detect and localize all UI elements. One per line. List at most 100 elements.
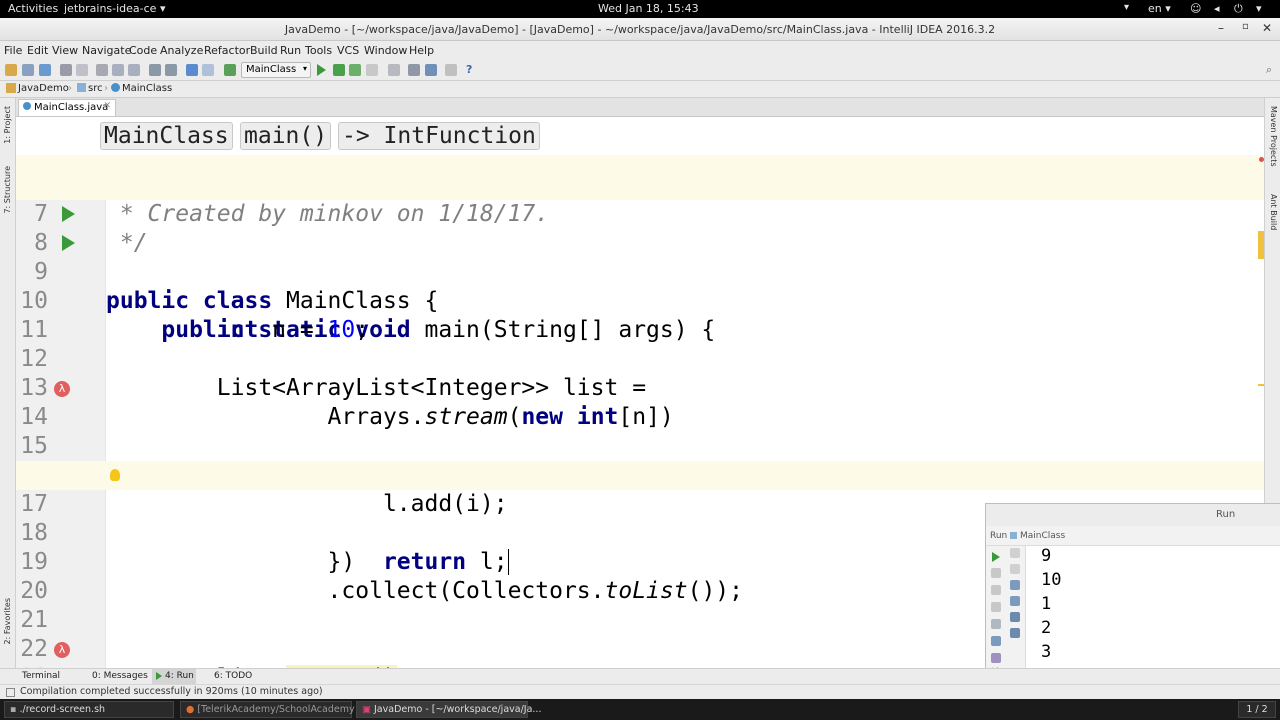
lambda-icon[interactable]: λ xyxy=(54,381,70,397)
sync-icon[interactable] xyxy=(39,64,51,76)
clear-all-icon[interactable] xyxy=(1010,628,1020,638)
menu-vcs[interactable]: VCS xyxy=(337,44,359,57)
redo-icon[interactable] xyxy=(76,64,88,76)
messages-tab[interactable]: 0: Messages xyxy=(92,671,148,681)
replace-icon[interactable] xyxy=(165,64,177,76)
scroll-down-icon[interactable] xyxy=(1010,564,1020,574)
dump-threads-icon[interactable] xyxy=(991,602,1001,612)
nav-crumb-src[interactable]: src xyxy=(88,83,103,94)
menu-tools[interactable]: Tools xyxy=(305,44,332,57)
stop-icon[interactable] xyxy=(366,64,378,76)
structure-tool-tab[interactable]: 7: Structure xyxy=(3,166,12,214)
menu-code[interactable]: Code xyxy=(129,44,157,57)
run-config-name[interactable]: MainClass xyxy=(1020,531,1065,541)
close-button[interactable]: ✕ xyxy=(1262,21,1272,35)
sdk-icon[interactable] xyxy=(425,64,437,76)
console-output[interactable]: 9 10 1 2 3 4 5 xyxy=(1026,546,1280,668)
menu-help[interactable]: Help xyxy=(409,44,434,57)
console-line: 2 xyxy=(1041,618,1052,638)
menu-run[interactable]: Run xyxy=(280,44,301,57)
task-browser[interactable]: ● [TelerikAcademy/SchoolAcademy ... xyxy=(180,701,367,718)
print-icon[interactable] xyxy=(1010,612,1020,622)
run-icon[interactable] xyxy=(317,64,326,76)
settings-icon[interactable] xyxy=(408,64,420,76)
debug-icon[interactable] xyxy=(333,64,345,76)
breadcrumb-method[interactable]: main() xyxy=(240,122,332,150)
help-icon[interactable]: ? xyxy=(466,63,472,76)
paste-icon[interactable] xyxy=(128,64,140,76)
menu-refactor[interactable]: Refactor xyxy=(204,44,250,57)
soft-wrap-icon[interactable] xyxy=(1010,580,1020,590)
project-tool-tab[interactable]: 1: Project xyxy=(3,106,12,144)
network-icon[interactable]: ▾ xyxy=(1124,2,1129,13)
menu-navigate[interactable]: Navigate xyxy=(82,44,131,57)
config-icon xyxy=(1010,532,1017,539)
minimize-button[interactable]: – xyxy=(1218,21,1224,35)
rerun-icon[interactable] xyxy=(992,552,1000,562)
task-record-screen[interactable]: ▪ ./record-screen.sh xyxy=(4,701,174,718)
layout-icon[interactable] xyxy=(991,636,1001,646)
close-tab-icon[interactable]: ✕ xyxy=(103,101,111,111)
open-folder-icon[interactable] xyxy=(5,64,17,76)
vcs-icon[interactable] xyxy=(445,64,457,76)
copy-icon[interactable] xyxy=(112,64,124,76)
tab-label: MainClass.java xyxy=(34,102,109,113)
maximize-button[interactable]: ▫ xyxy=(1242,21,1249,32)
forward-icon[interactable] xyxy=(202,64,214,76)
menu-edit[interactable]: Edit xyxy=(27,44,48,57)
system-menu-arrow-icon[interactable]: ▾ xyxy=(1256,2,1262,15)
search-everywhere-icon[interactable]: ⌕ xyxy=(1266,63,1272,77)
back-icon[interactable] xyxy=(186,64,198,76)
code-line: 9 public static void main(String[] args)… xyxy=(16,229,1264,343)
maven-tool-tab[interactable]: Maven Projects xyxy=(1269,106,1278,167)
menu-file[interactable]: File xyxy=(4,44,22,57)
breadcrumb-class[interactable]: MainClass xyxy=(100,122,233,150)
run-tab[interactable]: 4: Run xyxy=(165,671,194,681)
stop-icon[interactable] xyxy=(991,568,1001,578)
undo-icon[interactable] xyxy=(60,64,72,76)
run-gutter-icon[interactable] xyxy=(62,235,75,251)
volume-icon[interactable]: ◂ xyxy=(1214,2,1220,15)
workspace-pager[interactable]: 1 / 2 xyxy=(1238,701,1276,718)
exit-icon[interactable] xyxy=(991,619,1001,629)
accessibility-icon[interactable]: ☺ xyxy=(1190,2,1201,15)
todo-tab[interactable]: 6: TODO xyxy=(214,671,252,681)
intention-bulb-icon[interactable] xyxy=(110,469,120,481)
gnome-top-bar: Activities jetbrains-idea-ce ▾ Wed Jan 1… xyxy=(0,0,1280,18)
app-menu[interactable]: jetbrains-idea-ce ▾ xyxy=(64,2,165,15)
ant-tool-tab[interactable]: Ant Build xyxy=(1269,194,1278,230)
find-icon[interactable] xyxy=(149,64,161,76)
pin-icon[interactable] xyxy=(991,653,1001,663)
power-icon[interactable]: ⏻ xyxy=(1234,2,1243,16)
terminal-tab[interactable]: Terminal xyxy=(22,671,60,681)
cut-icon[interactable] xyxy=(96,64,108,76)
scroll-up-icon[interactable] xyxy=(1010,548,1020,558)
nav-crumb-class[interactable]: MainClass xyxy=(122,83,172,94)
run-config-selector[interactable]: MainClass ▾ xyxy=(241,62,311,78)
run-gutter-icon[interactable] xyxy=(62,206,75,222)
scroll-marker xyxy=(1258,231,1264,259)
lambda-icon[interactable]: λ xyxy=(54,642,70,658)
language-selector[interactable]: en ▾ xyxy=(1148,2,1171,15)
save-icon[interactable] xyxy=(22,64,34,76)
menu-view[interactable]: View xyxy=(52,44,78,57)
run-tool-window: Run Run MainClass ✕ 9 10 1 2 3 4 5 xyxy=(985,503,1280,668)
status-toggle-icon[interactable] xyxy=(6,688,15,697)
coverage-icon[interactable] xyxy=(349,64,361,76)
favorites-tool-tab[interactable]: 2: Favorites xyxy=(3,598,12,644)
activities-button[interactable]: Activities xyxy=(8,2,58,15)
build-icon[interactable] xyxy=(224,64,236,76)
error-indicator-icon[interactable] xyxy=(1259,157,1264,162)
nav-crumb-project[interactable]: JavaDemo xyxy=(18,83,69,94)
menu-build[interactable]: Build xyxy=(250,44,278,57)
scroll-to-end-icon[interactable] xyxy=(1010,596,1020,606)
project-structure-icon[interactable] xyxy=(388,64,400,76)
tab-mainclass-java[interactable]: MainClass.java ✕ xyxy=(18,99,116,116)
task-intellij[interactable]: ▣ JavaDemo - [~/workspace/java/Ja... xyxy=(356,701,541,718)
menu-window[interactable]: Window xyxy=(364,44,407,57)
clock[interactable]: Wed Jan 18, 15:43 xyxy=(598,2,699,15)
breadcrumb-lambda[interactable]: -> IntFunction xyxy=(338,122,540,150)
code-line: 16 l.add(i); xyxy=(20,462,508,517)
menu-analyze[interactable]: Analyze xyxy=(160,44,203,57)
pause-icon[interactable] xyxy=(991,585,1001,595)
